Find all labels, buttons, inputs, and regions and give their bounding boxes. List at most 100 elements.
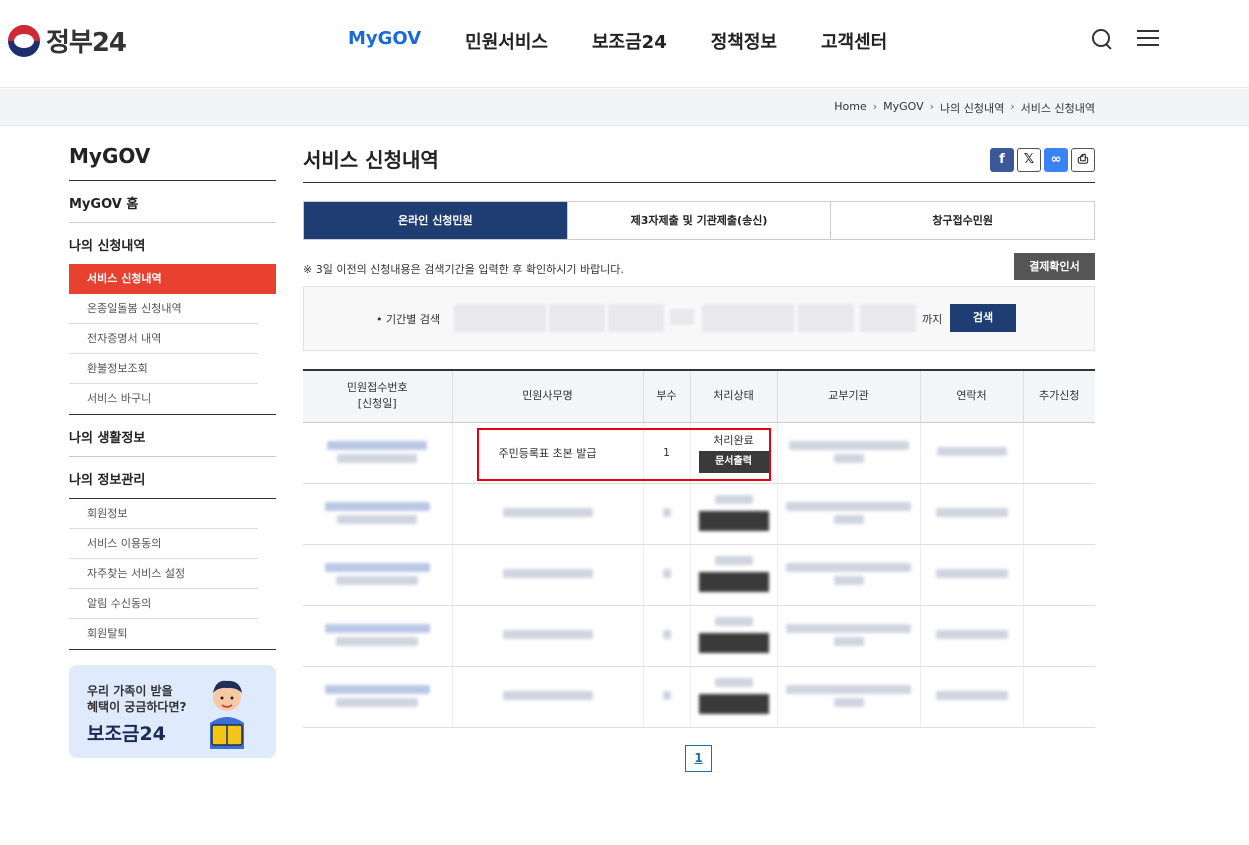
pagination-page[interactable]: 1 <box>685 745 712 772</box>
table-header-row: 민원접수번호 [신청일] 민원사무명 부수 처리상태 교부기관 연락처 추가신청 <box>303 369 1095 423</box>
search-label: • 기간별 검색 <box>376 313 441 326</box>
nav-mygov[interactable]: MyGOV <box>348 28 421 54</box>
table-row <box>303 666 1095 728</box>
nav-policy-info[interactable]: 정책정보 <box>711 28 777 54</box>
agency-cell <box>777 666 921 728</box>
period-search-box: • 기간별 검색 까지 검색 <box>303 286 1095 351</box>
search-button[interactable]: 검색 <box>950 304 1016 332</box>
status-cell <box>690 483 778 545</box>
receipt-number-cell[interactable] <box>303 605 453 667</box>
sidebar-item-allday-care[interactable]: 온종일돌봄 신청내역 <box>69 294 258 324</box>
print-document-button[interactable] <box>698 510 769 531</box>
sidebar-item-member-info[interactable]: 회원정보 <box>69 499 258 529</box>
sidebar-item-favorite-services[interactable]: 자주찾는 서비스 설정 <box>69 559 258 589</box>
table-row <box>303 605 1095 667</box>
breadcrumb-current[interactable]: 서비스 신청내역 <box>1021 100 1095 116</box>
chevron-right-icon: › <box>1010 100 1015 113</box>
breadcrumb-bar: Home › MyGOV › 나의 신청내역 › 서비스 신청내역 <box>0 89 1249 126</box>
sidebar-item-notification-consent[interactable]: 알림 수신동의 <box>69 589 258 619</box>
taegeuk-logo-icon <box>8 24 40 57</box>
share-tools: f 𝕏 ∞ ⎙ <box>990 148 1095 172</box>
start-day-select[interactable] <box>608 304 664 332</box>
additional-cell <box>1023 544 1095 606</box>
col-service-name: 민원사무명 <box>452 369 644 423</box>
subsidy24-banner[interactable]: 우리 가족이 받을 혜택이 궁금하다면? 보조금24 <box>69 665 276 758</box>
contact-cell <box>920 544 1024 606</box>
end-year-select[interactable] <box>702 304 794 332</box>
breadcrumb-mygov[interactable]: MyGOV <box>883 100 924 116</box>
receipt-number-cell[interactable] <box>303 544 453 606</box>
logo-text: 정부24 <box>46 28 127 58</box>
site-header: 정부24 MyGOV 민원서비스 보조금24 정책정보 고객센터 <box>0 0 1249 88</box>
search-icon[interactable] <box>1091 28 1113 50</box>
nav-civil-service[interactable]: 민원서비스 <box>465 28 548 54</box>
sidebar-item-my-applications[interactable]: 나의 신청내역 <box>69 223 276 264</box>
start-year-select[interactable] <box>454 304 546 332</box>
print-document-button[interactable] <box>698 571 769 592</box>
hamburger-menu-icon[interactable] <box>1137 28 1159 48</box>
col-status: 처리상태 <box>690 369 778 423</box>
sidebar: MyGOV MyGOV 홈 나의 신청내역 서비스 신청내역 온종일돌봄 신청내… <box>69 144 276 650</box>
end-day-select[interactable] <box>860 304 916 332</box>
additional-cell <box>1023 483 1095 545</box>
col-copies: 부수 <box>643 369 691 423</box>
sidebar-item-info-management[interactable]: 나의 정보관리 <box>69 457 276 499</box>
contact-cell <box>920 483 1024 545</box>
breadcrumb-home[interactable]: Home <box>834 100 866 116</box>
additional-cell <box>1023 666 1095 728</box>
table-row <box>303 544 1095 606</box>
agency-cell <box>777 483 921 545</box>
x-icon[interactable]: 𝕏 <box>1017 148 1041 172</box>
notice-text: ※ 3일 이전의 신청내용은 검색기간을 입력한 후 확인하시기 바랍니다. <box>303 263 624 276</box>
print-document-button[interactable] <box>698 632 769 653</box>
payment-confirmation-button[interactable]: 결제확인서 <box>1014 253 1095 280</box>
copies-cell <box>643 544 691 606</box>
tab-online-applications[interactable]: 온라인 신청민원 <box>304 202 568 239</box>
sidebar-item-service-applications[interactable]: 서비스 신청내역 <box>69 264 276 294</box>
receipt-number-cell[interactable] <box>303 483 453 545</box>
sidebar-item-mygov-home[interactable]: MyGOV 홈 <box>69 181 276 223</box>
receipt-number-cell[interactable] <box>303 422 453 484</box>
tab-counter-applications[interactable]: 창구접수민원 <box>831 202 1094 239</box>
sidebar-item-life-info[interactable]: 나의 생활정보 <box>69 415 276 457</box>
breadcrumb-applications[interactable]: 나의 신청내역 <box>940 100 1004 116</box>
col-contact: 연락처 <box>920 369 1024 423</box>
main-content: 서비스 신청내역 f 𝕏 ∞ ⎙ 온라인 신청민원 제3자제출 및 기관제출(송… <box>303 144 1095 728</box>
copies-cell <box>643 666 691 728</box>
person-with-box-icon <box>210 680 244 749</box>
nav-customer-center[interactable]: 고객센터 <box>821 28 887 54</box>
tab-third-party-submission[interactable]: 제3자제출 및 기관제출(송신) <box>568 202 832 239</box>
col-issuing-agency: 교부기관 <box>777 369 921 423</box>
col-receipt-number: 민원접수번호 [신청일] <box>303 369 453 423</box>
sidebar-item-refund-info[interactable]: 환불정보조회 <box>69 354 258 384</box>
copies-cell <box>643 483 691 545</box>
receipt-number-cell[interactable] <box>303 666 453 728</box>
chevron-right-icon: › <box>872 100 878 113</box>
service-name-cell[interactable] <box>452 544 644 606</box>
status-cell <box>690 666 778 728</box>
sidebar-item-service-consent[interactable]: 서비스 이용동의 <box>69 529 258 559</box>
end-month-select[interactable] <box>798 304 854 332</box>
sidebar-title: MyGOV <box>69 144 276 181</box>
start-month-select[interactable] <box>549 304 605 332</box>
contact-cell <box>920 666 1024 728</box>
banner-text: 우리 가족이 받을 혜택이 궁금하다면? <box>87 683 186 715</box>
contact-cell <box>920 605 1024 667</box>
facebook-icon[interactable]: f <box>990 148 1014 172</box>
status-cell <box>690 605 778 667</box>
sidebar-item-withdraw[interactable]: 회원탈퇴 <box>69 619 258 649</box>
sidebar-item-service-basket[interactable]: 서비스 바구니 <box>69 384 258 414</box>
nav-subsidy24[interactable]: 보조금24 <box>592 28 667 54</box>
breadcrumb: Home › MyGOV › 나의 신청내역 › 서비스 신청내역 <box>834 100 1095 116</box>
print-document-button[interactable] <box>698 693 769 714</box>
header-tools <box>1091 28 1159 50</box>
sidebar-item-e-certificate[interactable]: 전자증명서 내역 <box>69 324 258 354</box>
site-logo[interactable]: 정부24 <box>8 22 127 59</box>
service-name-cell[interactable] <box>452 483 644 545</box>
service-name-cell[interactable] <box>452 666 644 728</box>
link-icon[interactable]: ∞ <box>1044 148 1068 172</box>
service-name-cell[interactable] <box>452 605 644 667</box>
print-icon[interactable]: ⎙ <box>1071 148 1095 172</box>
banner-title: 보조금24 <box>87 723 166 745</box>
status-cell <box>690 544 778 606</box>
